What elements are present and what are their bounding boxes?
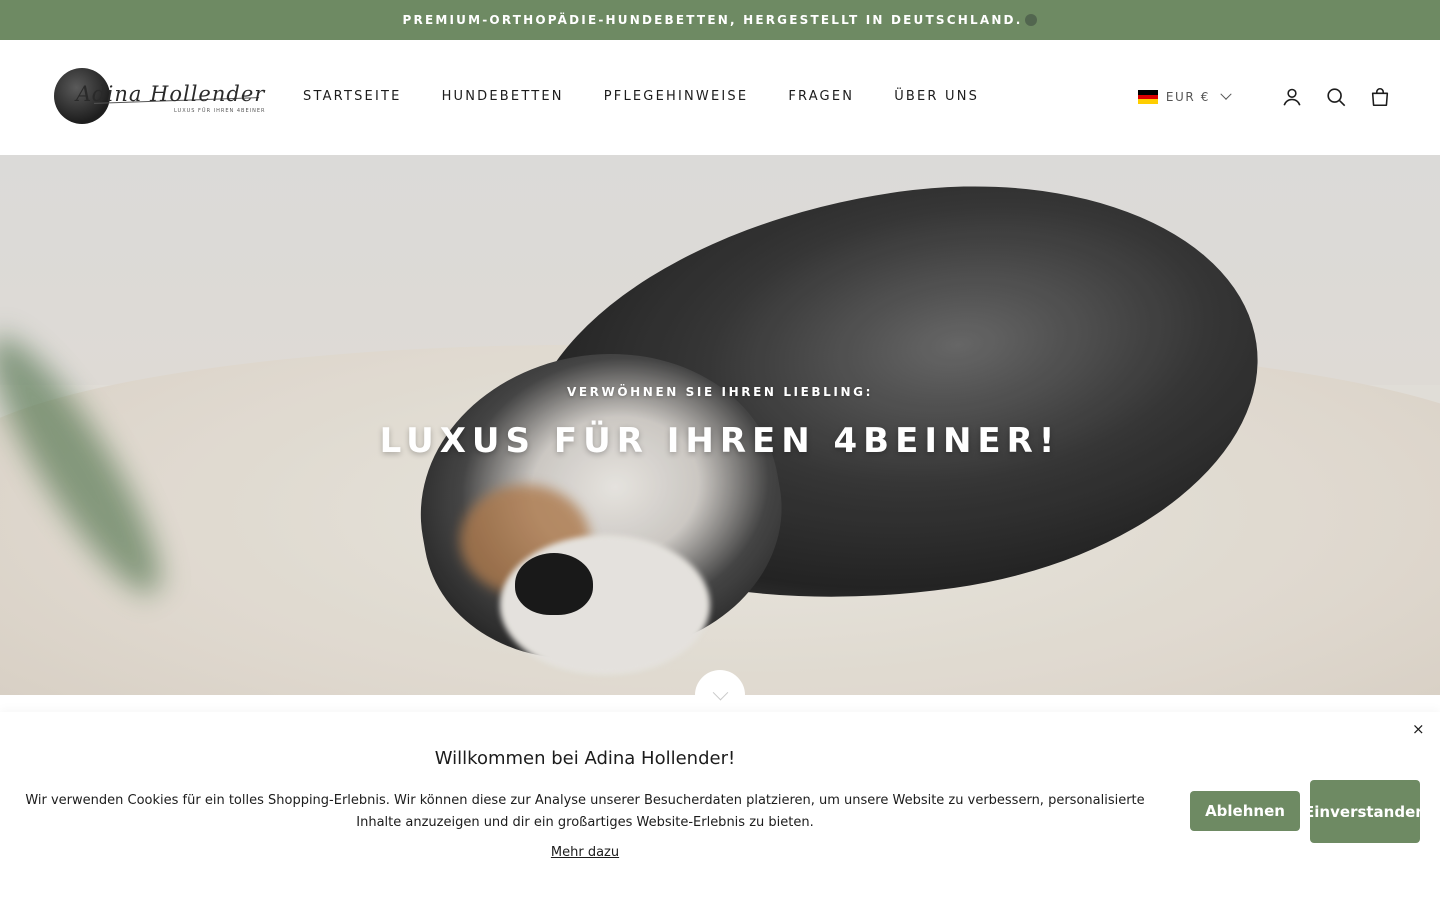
main-nav: STARTSEITE HUNDEBETTEN PFLEGEHINWEISE FR…	[303, 89, 1019, 104]
logo[interactable]: Adina Hollender LUXUS FÜR IHREN 4BEINER	[54, 68, 264, 128]
hero-title: LUXUS FÜR IHREN 4BEINER!	[379, 421, 1061, 461]
cookie-more-link[interactable]: Mehr dazu	[0, 845, 1170, 860]
cookie-banner: × Willkommen bei Adina Hollender! Wir ve…	[0, 712, 1440, 900]
account-icon[interactable]	[1280, 85, 1304, 109]
cookie-title: Willkommen bei Adina Hollender!	[434, 748, 736, 769]
currency-label: EUR €	[1165, 90, 1210, 104]
announcement-text: PREMIUM-ORTHOPÄDIE-HUNDEBETTEN, HERGESTE…	[402, 13, 1023, 27]
nav-item-startseite[interactable]: STARTSEITE	[303, 89, 402, 104]
chevron-down-icon	[712, 684, 728, 700]
hero-banner: VERWÖHNEN SIE IHREN LIEBLING: LUXUS FÜR …	[0, 155, 1440, 695]
accept-button[interactable]: Einverstanden	[1304, 780, 1426, 843]
logo-script: Adina Hollender	[76, 82, 266, 106]
currency-selector[interactable]: EUR €	[1137, 88, 1232, 105]
globe-icon	[1025, 14, 1038, 26]
decline-button[interactable]: Ablehnen	[1190, 791, 1300, 831]
nav-item-fragen[interactable]: FRAGEN	[788, 89, 854, 104]
site-header: Adina Hollender LUXUS FÜR IHREN 4BEINER …	[0, 40, 1440, 155]
header-tools: EUR €	[1137, 85, 1392, 109]
chevron-down-icon	[1220, 88, 1232, 100]
announcement-bar: PREMIUM-ORTHOPÄDIE-HUNDEBETTEN, HERGESTE…	[0, 0, 1440, 40]
search-icon[interactable]	[1324, 85, 1348, 109]
nav-item-ueber-uns[interactable]: ÜBER UNS	[894, 89, 979, 104]
nav-item-hundebetten[interactable]: HUNDEBETTEN	[442, 89, 564, 104]
hero-subtitle: VERWÖHNEN SIE IHREN LIEBLING:	[567, 385, 873, 399]
nav-item-pflegehinweise[interactable]: PFLEGEHINWEISE	[604, 89, 749, 104]
germany-flag-icon	[1137, 90, 1158, 105]
logo-tagline: LUXUS FÜR IHREN 4BEINER	[174, 108, 266, 114]
close-icon[interactable]: ×	[1412, 720, 1425, 738]
cart-icon[interactable]	[1368, 85, 1392, 109]
cookie-text: Wir verwenden Cookies für ein tolles Sho…	[25, 793, 1145, 830]
